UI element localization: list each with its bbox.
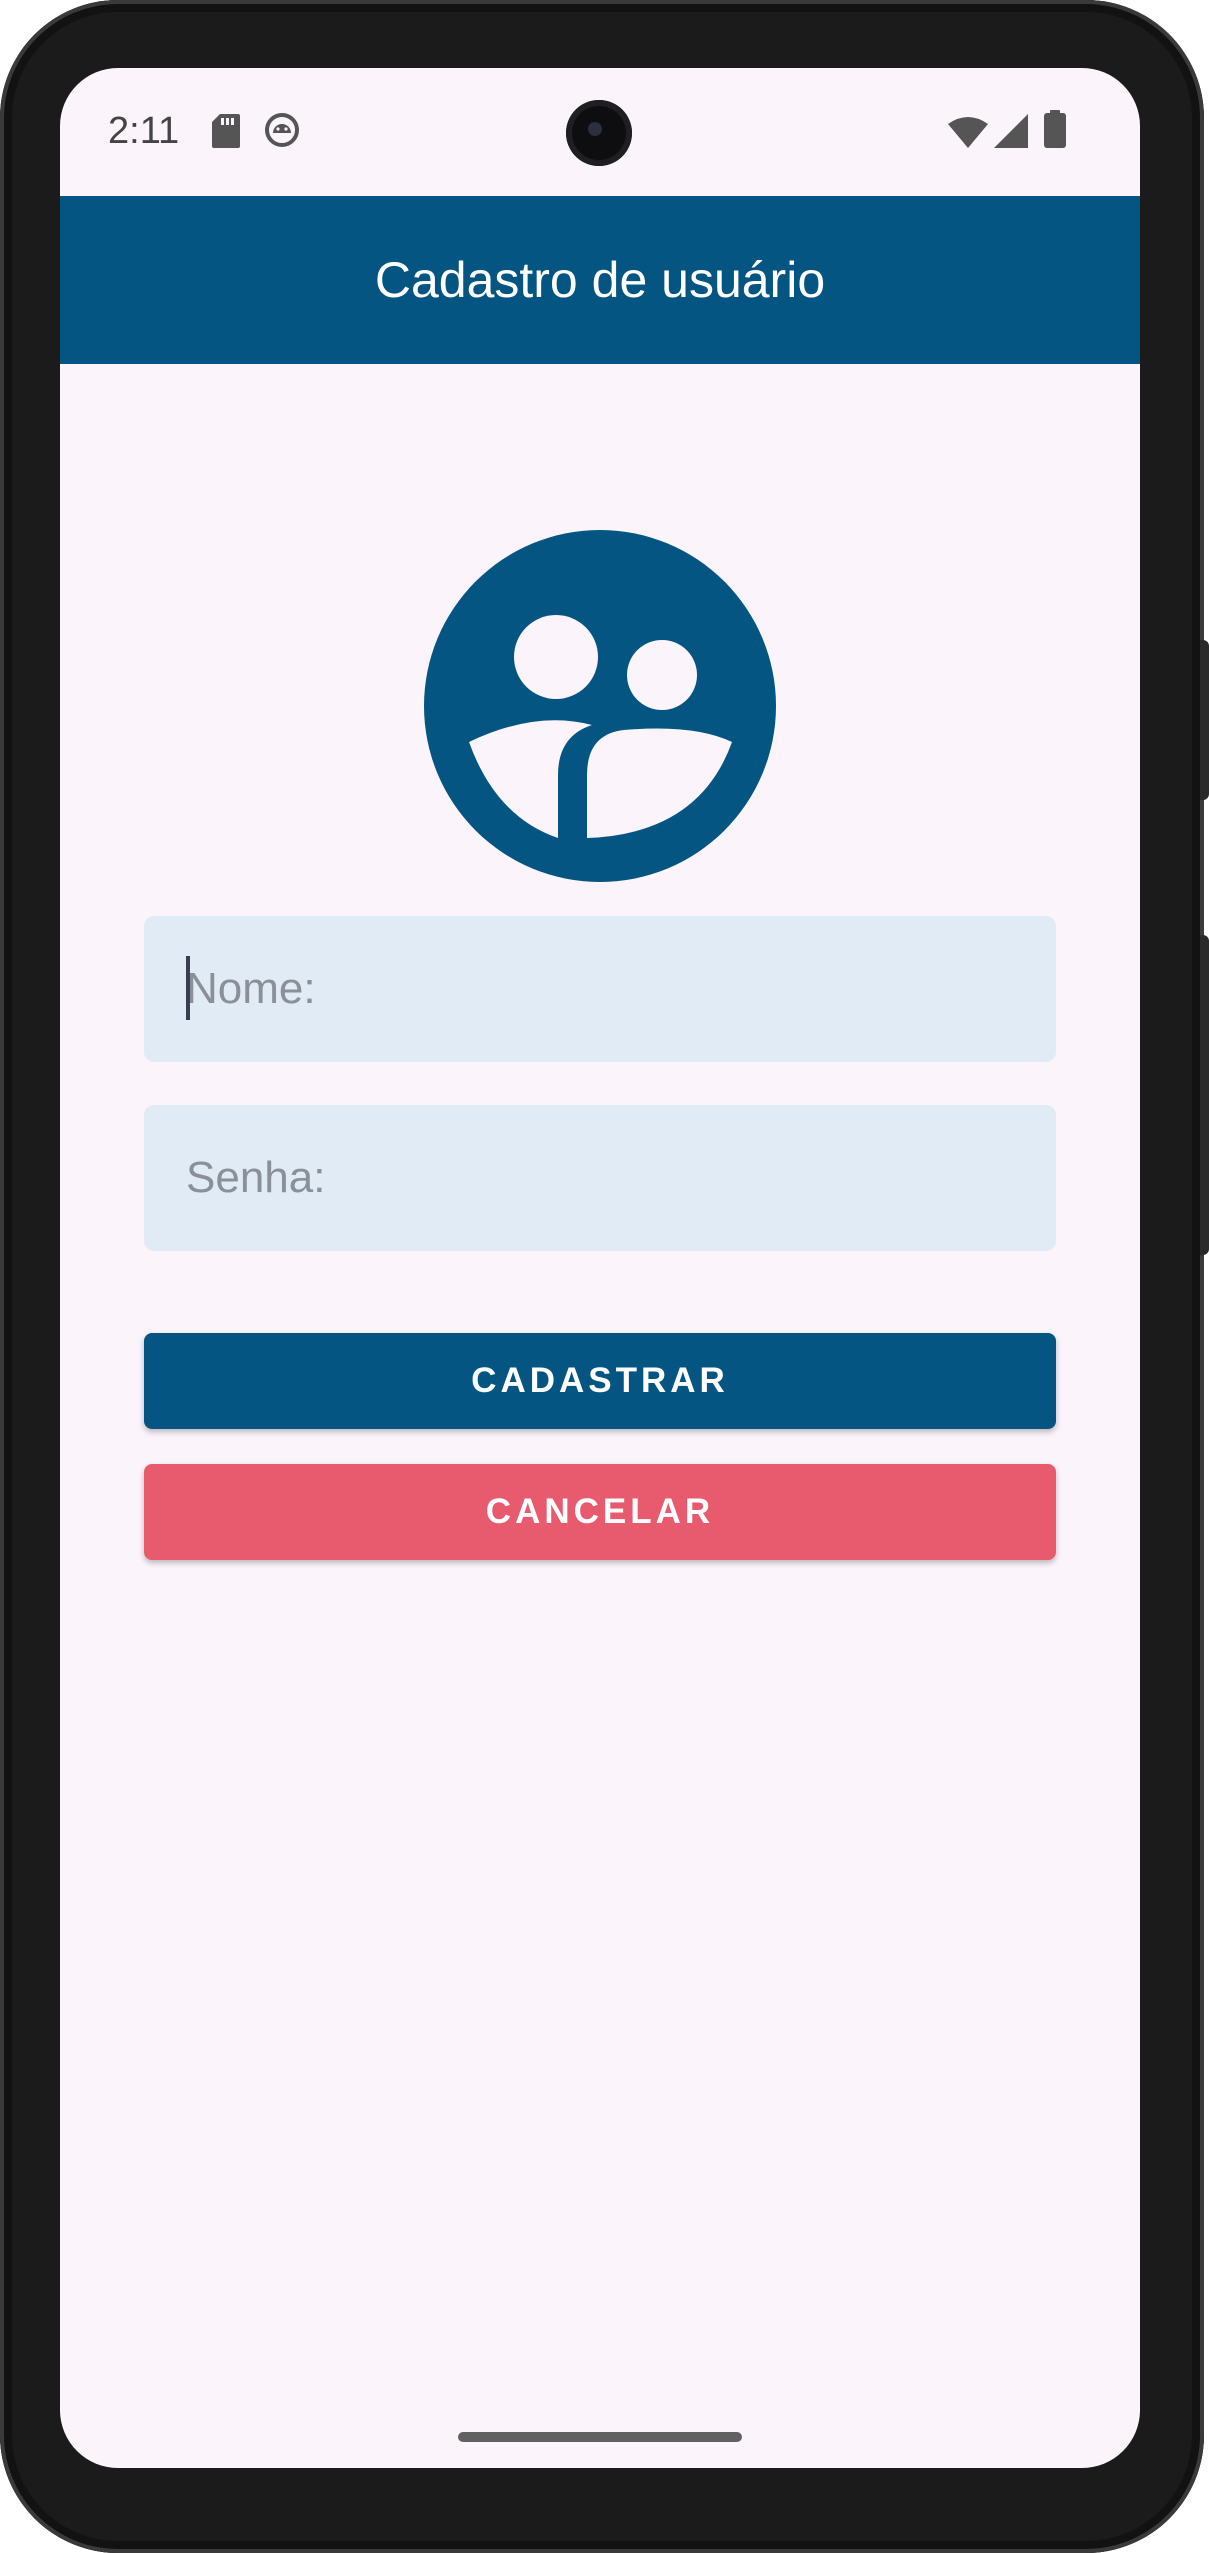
name-input[interactable] (186, 964, 1056, 1014)
password-field[interactable] (144, 1105, 1056, 1251)
phone-frame: 2:11 Cadastro de usuário Nome: CADASTRAR… (0, 0, 1209, 2553)
power-button (1200, 640, 1209, 800)
register-button[interactable]: CADASTRAR (144, 1333, 1056, 1429)
name-field[interactable] (144, 916, 1056, 1062)
text-cursor (186, 956, 190, 1020)
home-indicator[interactable] (458, 2432, 742, 2442)
wifi-icon (948, 116, 988, 153)
group-avatar-icon (424, 530, 776, 882)
status-time: 2:11 (108, 110, 180, 152)
sd-card-icon (212, 114, 240, 153)
cell-signal-icon (994, 114, 1028, 153)
battery-icon (1044, 110, 1066, 153)
front-camera (566, 100, 632, 166)
screen: 2:11 Cadastro de usuário Nome: CADASTRAR… (60, 68, 1140, 2468)
app-title: Cadastro de usuário (374, 252, 826, 308)
android-debug-icon (264, 112, 300, 153)
app-bar: Cadastro de usuário (60, 196, 1140, 364)
volume-button (1200, 935, 1209, 1255)
cancel-button[interactable]: CANCELAR (144, 1464, 1056, 1560)
password-input[interactable] (186, 1153, 1056, 1203)
